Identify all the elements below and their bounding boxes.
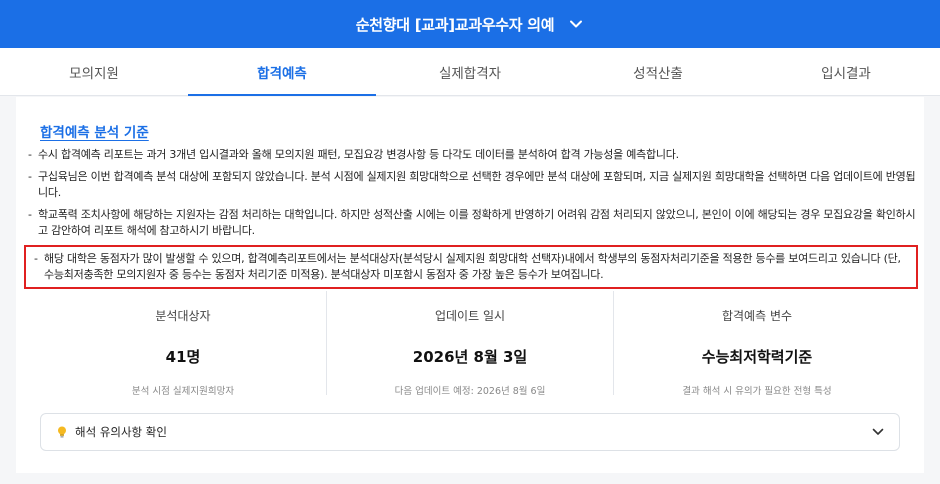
- tab-admission-prediction[interactable]: 합격예측: [188, 48, 376, 96]
- stat-prediction-variable: 합격예측 변수 수능최저학력기준 결과 해석 시 유의가 필요한 전형 특성: [614, 291, 900, 397]
- stat-label: 합격예측 변수: [721, 309, 793, 323]
- lightbulb-icon: [55, 425, 69, 439]
- interpretation-notes-accordion[interactable]: 해석 유의사항 확인: [40, 413, 900, 451]
- criteria-title: 합격예측 분석 기준: [40, 125, 149, 141]
- stat-label: 업데이트 일시: [434, 309, 506, 323]
- tab-bar: 모의지원 합격예측 실제합격자 성적산출 입시결과: [0, 48, 940, 96]
- tab-mock-application[interactable]: 모의지원: [0, 48, 188, 95]
- criteria-note-highlighted: 해당 대학은 동점자가 많이 발생할 수 있으며, 합격예측리포트에서는 분석대…: [24, 245, 918, 289]
- stat-update-date: 업데이트 일시 2026년 8월 3일 다음 업데이트 예정: 2026년 8월…: [327, 291, 614, 397]
- stat-label: 분석대상자: [155, 309, 211, 323]
- stat-value: 수능최저학력기준: [701, 348, 813, 366]
- stat-value: 41명: [165, 348, 201, 366]
- stat-value: 2026년 8월 3일: [412, 348, 528, 366]
- tab-admission-results[interactable]: 입시결과: [752, 48, 940, 95]
- criteria-note: 학교폭력 조치사항에 해당하는 지원자는 감점 처리하는 대학입니다. 하지만 …: [24, 207, 918, 239]
- tab-score-calculation[interactable]: 성적산출: [564, 48, 752, 95]
- chevron-down-icon[interactable]: [568, 16, 584, 32]
- stat-analysis-targets: 분석대상자 41명 분석 시점 실제지원희망자: [40, 291, 327, 397]
- stats-summary: 분석대상자 41명 분석 시점 실제지원희망자 업데이트 일시 2026년 8월…: [40, 291, 900, 397]
- top-header: 순천향대 [교과]교과우수자 의예: [0, 0, 940, 48]
- stat-sub: 다음 업데이트 예정: 2026년 8월 6일: [394, 386, 546, 397]
- stat-sub: 분석 시점 실제지원희망자: [131, 386, 235, 397]
- chevron-down-icon[interactable]: [871, 425, 885, 439]
- prediction-panel: 합격예측 분석 기준 수시 합격예측 리포트는 과거 3개년 입시결과와 올해 …: [16, 97, 924, 473]
- tab-actual-admits[interactable]: 실제합격자: [376, 48, 564, 95]
- page-title: 순천향대 [교과]교과우수자 의예: [355, 15, 555, 34]
- criteria-note: 구십육님은 이번 합격예측 분석 대상에 포함되지 않았습니다. 분석 시점에 …: [24, 169, 918, 201]
- criteria-note: 수시 합격예측 리포트는 과거 3개년 입시결과와 올해 모의지원 패턴, 모집…: [24, 147, 918, 163]
- stat-sub: 결과 해석 시 유의가 필요한 전형 특성: [682, 386, 832, 397]
- criteria-notes: 수시 합격예측 리포트는 과거 3개년 입시결과와 올해 모의지원 패턴, 모집…: [24, 147, 918, 295]
- accordion-label: 해석 유의사항 확인: [75, 425, 167, 439]
